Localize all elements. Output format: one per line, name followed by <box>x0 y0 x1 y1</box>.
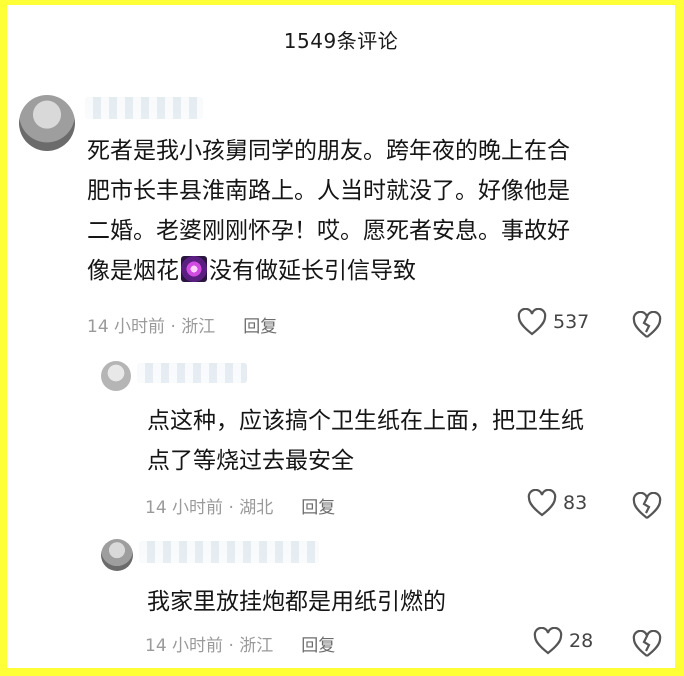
comment-time-location: 14 小时前 · 浙江 <box>145 636 274 656</box>
heart-icon <box>527 489 557 517</box>
heart-icon <box>533 627 563 655</box>
comment-text: 我家里放挂炮都是用纸引燃的 <box>147 589 446 615</box>
comment-meta: 14 小时前 · 浙江 回复 <box>145 631 335 656</box>
broken-heart-icon[interactable] <box>632 311 662 339</box>
blurred-username <box>137 363 247 383</box>
comment-time-location: 14 小时前 · 浙江 <box>87 317 216 337</box>
comment-text: 死者是我小孩舅同学的朋友。跨年夜的晚上在合 肥市长丰县淮南路上。人当时就没了。好… <box>87 131 667 291</box>
broken-heart-icon[interactable] <box>632 630 662 658</box>
blurred-username <box>139 541 319 563</box>
heart-icon <box>517 308 547 336</box>
comment-text: 点这种，应该搞个卫生纸在上面，把卫生纸 点了等烧过去最安全 <box>147 408 584 474</box>
comment-text-part: 没有做延长引信导致 <box>209 258 416 284</box>
comment-time-location: 14 小时前 · 湖北 <box>145 498 274 518</box>
comment-count-title: 1549条评论 <box>283 29 399 53</box>
like-count: 537 <box>553 311 590 333</box>
comment-meta: 14 小时前 · 浙江 回复 <box>87 312 277 337</box>
blurred-username <box>85 97 203 119</box>
like-count: 83 <box>563 492 588 514</box>
reply-button[interactable]: 回复 <box>301 636 335 656</box>
like-count: 28 <box>569 630 594 652</box>
avatar[interactable] <box>19 95 75 151</box>
reply-button[interactable]: 回复 <box>301 498 335 518</box>
reply-button[interactable]: 回复 <box>243 317 277 337</box>
broken-heart-icon[interactable] <box>632 492 662 520</box>
firework-emoji-icon <box>181 256 207 282</box>
like-button[interactable]: 28 <box>533 627 593 655</box>
comment-meta: 14 小时前 · 湖北 回复 <box>145 493 335 518</box>
like-button[interactable]: 537 <box>517 308 589 336</box>
avatar[interactable] <box>101 539 133 571</box>
comments-panel: 1549条评论 死者是我小孩舅同学的朋友。跨年夜的晚上在合 肥市长丰县淮南路上。… <box>7 5 675 668</box>
like-button[interactable]: 83 <box>527 489 587 517</box>
avatar[interactable] <box>101 361 131 391</box>
